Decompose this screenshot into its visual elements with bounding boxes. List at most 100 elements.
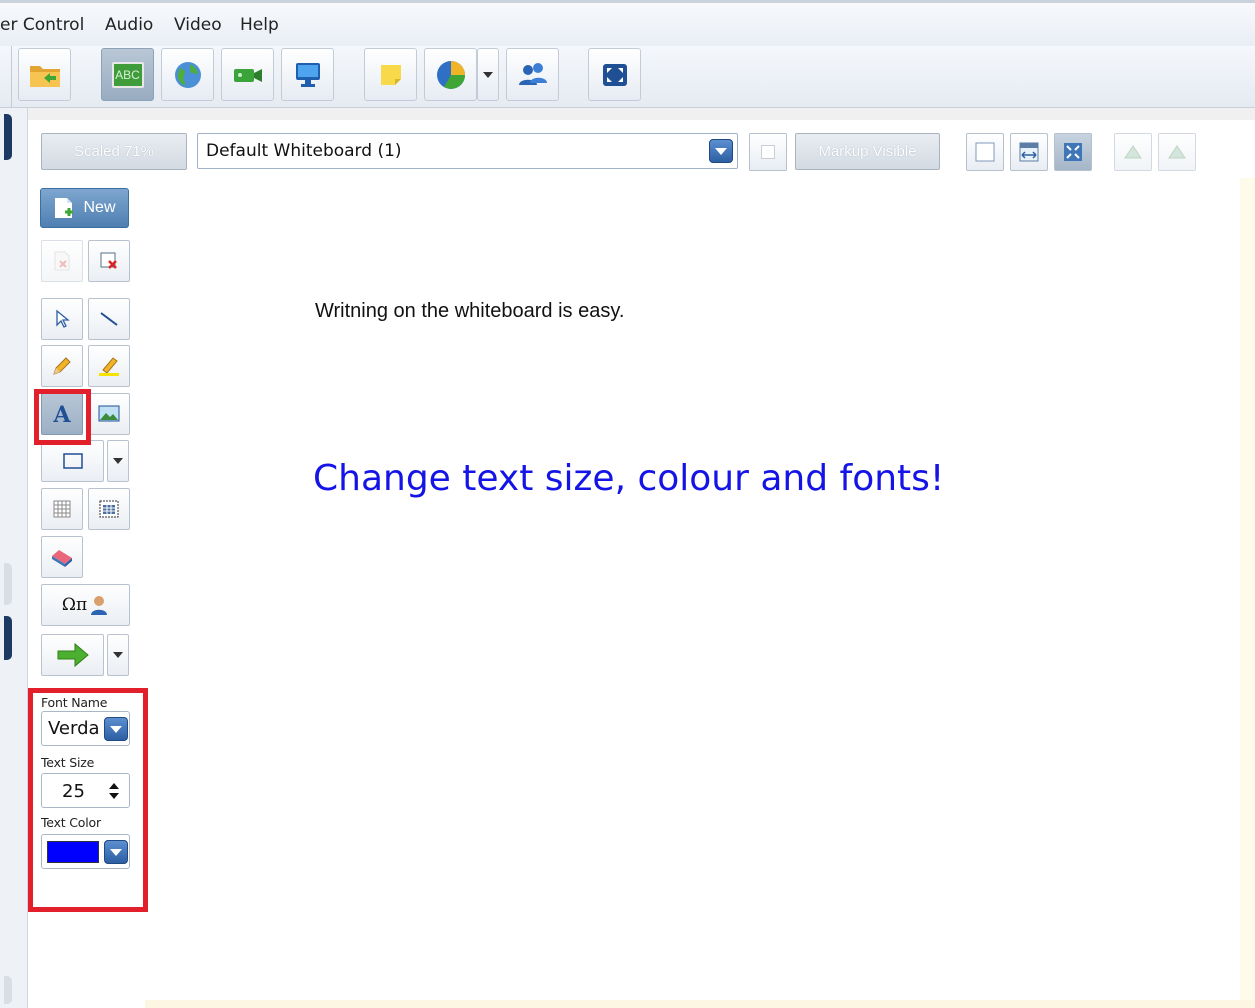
markup-checkbox[interactable] xyxy=(749,133,787,171)
font-name-value: Verda xyxy=(48,718,100,739)
chevron-down-icon xyxy=(483,71,493,78)
table-tool-button[interactable] xyxy=(41,488,83,530)
screen-share-button[interactable] xyxy=(281,48,334,101)
image-picture-icon xyxy=(98,405,120,422)
fit-width-icon xyxy=(1019,142,1039,162)
calendar-icon xyxy=(99,500,119,518)
font-name-dropdown[interactable] xyxy=(104,717,128,741)
side-tab-3[interactable] xyxy=(4,616,12,660)
rectangle-tool-button[interactable] xyxy=(41,440,104,482)
text-size-value: 25 xyxy=(62,781,85,802)
board-select-value: Default Whiteboard (1) xyxy=(206,141,402,161)
chevron-down-icon xyxy=(110,848,122,856)
rectangle-shape-icon xyxy=(62,453,83,469)
highlighter-icon xyxy=(99,357,119,376)
new-page-button[interactable]: New xyxy=(40,188,129,228)
menu-item-audio[interactable]: Audio xyxy=(105,15,153,35)
board-select[interactable]: Default Whiteboard (1) xyxy=(197,133,738,169)
whiteboard-text-1[interactable]: Writning on the whiteboard is easy. xyxy=(315,300,624,323)
chevron-down-icon xyxy=(110,725,122,733)
side-tab-2[interactable] xyxy=(4,563,12,605)
calendar-tool-button[interactable] xyxy=(88,488,130,530)
scale-button[interactable]: Scaled 71% xyxy=(41,133,187,170)
select-tool-button[interactable] xyxy=(41,298,83,340)
text-size-stepper[interactable]: 25 xyxy=(41,773,130,808)
markup-visible-button[interactable]: Markup Visible xyxy=(795,133,940,170)
redo-shape-button[interactable] xyxy=(1158,133,1196,171)
whiteboard-workspace xyxy=(28,120,1255,1008)
toolbar-edge xyxy=(0,46,12,108)
pointer-arrow-icon xyxy=(56,309,70,328)
markup-visible-label: Markup Visible xyxy=(818,143,917,160)
font-name-label: Font Name xyxy=(41,695,108,710)
fit-page-icon xyxy=(1064,143,1082,161)
font-name-select[interactable]: Verda xyxy=(41,711,130,746)
clear-page-icon xyxy=(100,252,117,269)
board-select-dropdown[interactable] xyxy=(709,139,733,163)
notes-button[interactable] xyxy=(364,48,417,101)
web-browser-button[interactable] xyxy=(161,48,214,101)
eraser-tool-button[interactable] xyxy=(41,536,83,578)
text-color-label: Text Color xyxy=(41,815,101,830)
checkbox-square xyxy=(761,145,775,159)
text-color-dropdown[interactable] xyxy=(104,840,128,864)
bottom-margin-strip xyxy=(145,1000,1255,1008)
video-camera-icon xyxy=(233,68,262,82)
new-page-icon xyxy=(55,198,74,218)
poll-dropdown-button[interactable] xyxy=(477,48,499,101)
video-button[interactable] xyxy=(221,48,274,101)
poll-button[interactable] xyxy=(424,48,477,101)
menu-item-help[interactable]: Help xyxy=(240,15,279,35)
menu-item-video[interactable]: Video xyxy=(174,15,222,35)
fullscreen-icon xyxy=(602,63,627,86)
left-side-strip xyxy=(0,108,28,1008)
side-tab-1[interactable] xyxy=(4,114,12,160)
chevron-down-icon xyxy=(715,147,727,155)
shape-arrow-right-icon xyxy=(1168,145,1186,159)
line-icon xyxy=(100,312,118,326)
view-normal-button[interactable] xyxy=(966,133,1004,171)
eraser-icon xyxy=(52,550,72,567)
menu-bar: er Control Audio Video Help xyxy=(0,0,1255,46)
special-characters-button[interactable]: Ωπ xyxy=(41,584,130,626)
highlighter-tool-button[interactable] xyxy=(88,345,130,387)
right-margin-strip xyxy=(1240,178,1255,1000)
view-fit-page-button[interactable] xyxy=(1054,133,1092,171)
chevron-down-icon xyxy=(113,458,123,464)
globe-web-icon xyxy=(174,61,201,88)
sticky-note-icon xyxy=(380,64,401,85)
text-color-swatch xyxy=(47,841,99,863)
special-characters-label: Ωπ xyxy=(61,595,88,615)
undo-shape-button[interactable] xyxy=(1114,133,1152,171)
whiteboard-abc-icon: ABC xyxy=(111,61,144,88)
page-normal-icon xyxy=(975,142,995,162)
user-person-icon xyxy=(91,596,108,615)
stepper-arrows-icon[interactable] xyxy=(108,780,120,802)
grid-table-icon xyxy=(53,500,71,518)
open-folder-icon xyxy=(29,65,60,87)
participants-button[interactable] xyxy=(506,48,559,101)
menu-item-user-control[interactable]: er Control xyxy=(0,15,84,35)
clear-page-button[interactable] xyxy=(88,240,130,282)
pie-chart-poll-icon xyxy=(436,60,465,89)
delete-page-button[interactable] xyxy=(41,240,83,282)
text-color-picker[interactable] xyxy=(41,834,130,869)
delete-page-icon xyxy=(54,251,70,271)
arrow-tool-button[interactable] xyxy=(41,634,104,676)
chevron-down-icon xyxy=(113,652,123,658)
shape-dropdown-button[interactable] xyxy=(107,440,129,482)
side-tab-4[interactable] xyxy=(4,976,12,1004)
fullscreen-button[interactable] xyxy=(588,48,641,101)
pencil-tool-button[interactable] xyxy=(41,345,83,387)
whiteboard-button[interactable]: ABC xyxy=(101,48,154,101)
image-tool-button[interactable] xyxy=(88,393,130,435)
scale-label: Scaled 71% xyxy=(73,143,155,160)
view-fit-width-button[interactable] xyxy=(1010,133,1048,171)
whiteboard-text-2[interactable]: Change text size, colour and fonts! xyxy=(313,458,944,499)
text-size-label: Text Size xyxy=(41,755,95,770)
shape-arrow-left-icon xyxy=(1124,145,1142,159)
users-group-icon xyxy=(518,62,547,85)
open-folder-button[interactable] xyxy=(18,48,71,101)
arrow-dropdown-button[interactable] xyxy=(107,634,129,676)
line-tool-button[interactable] xyxy=(88,298,130,340)
